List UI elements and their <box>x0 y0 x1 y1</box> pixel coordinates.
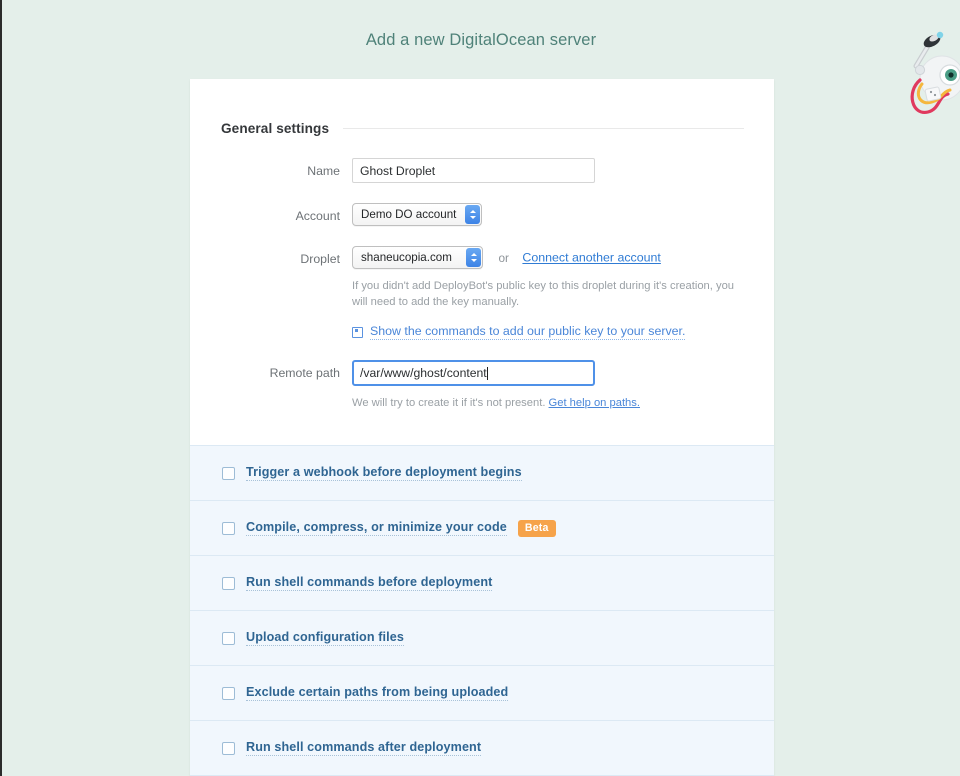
option-label[interactable]: Exclude certain paths from being uploade… <box>246 685 509 701</box>
droplet-hint-text: If you didn't add DeployBot's public key… <box>352 280 735 308</box>
account-label: Account <box>295 209 340 223</box>
option-label[interactable]: Compile, compress, or minimize your code <box>246 520 507 536</box>
section-title: General settings <box>221 121 330 136</box>
option-row-exclude-paths[interactable]: Exclude certain paths from being uploade… <box>190 665 774 720</box>
option-label[interactable]: Upload configuration files <box>246 630 404 646</box>
remote-path-input-value: /var/www/ghost/content <box>360 366 487 380</box>
page-title: Add a new DigitalOcean server <box>365 31 597 49</box>
option-row-run-shell-after[interactable]: Run shell commands after deployment <box>190 720 774 775</box>
droplet-select-value: shaneucopia.com <box>361 251 452 264</box>
show-public-key-commands-row[interactable]: Show the commands to add our public key … <box>352 324 744 340</box>
general-settings-panel: General settings Name Account Demo DO ac… <box>190 79 774 445</box>
option-label[interactable]: Run shell commands before deployment <box>246 575 493 591</box>
checkbox-icon[interactable] <box>222 521 235 535</box>
field-row-remote-path: Remote path /var/www/ghost/content We wi… <box>221 360 744 411</box>
account-select-value: Demo DO account <box>361 208 457 221</box>
terminal-square-icon <box>352 326 363 338</box>
connect-another-account-link[interactable]: Connect another account <box>522 251 660 265</box>
option-row-compile-compress-minimize[interactable]: Compile, compress, or minimize your code… <box>190 500 774 555</box>
settings-card: General settings Name Account Demo DO ac… <box>190 79 774 776</box>
option-row-run-shell-before[interactable]: Run shell commands before deployment <box>190 555 774 610</box>
text-caret <box>486 366 488 380</box>
general-settings-header: General settings <box>221 121 744 136</box>
beta-badge: Beta <box>517 519 556 537</box>
name-label: Name <box>307 164 340 178</box>
droplet-select[interactable]: shaneucopia.com <box>352 246 483 269</box>
remote-path-hint-text: We will try to create it if it's not pre… <box>352 397 546 409</box>
get-help-on-paths-link[interactable]: Get help on paths. <box>549 397 640 409</box>
remote-path-hint: We will try to create it if it's not pre… <box>352 395 742 411</box>
header-divider <box>343 128 744 129</box>
field-row-droplet: Droplet shaneucopia.com or Connect anoth… <box>221 246 744 340</box>
option-label[interactable]: Run shell commands after deployment <box>246 740 482 756</box>
or-separator-text: or <box>498 250 509 265</box>
chevron-updown-icon[interactable] <box>465 205 481 224</box>
remote-path-input[interactable]: /var/www/ghost/content <box>352 360 595 386</box>
chevron-updown-icon[interactable] <box>466 248 481 267</box>
account-select[interactable]: Demo DO account <box>352 203 483 226</box>
checkbox-icon[interactable] <box>222 631 235 645</box>
option-label[interactable]: Trigger a webhook before deployment begi… <box>246 465 522 481</box>
checkbox-icon[interactable] <box>222 466 235 480</box>
app-page: Add a new DigitalOcean server General se… <box>0 0 960 776</box>
remote-path-label: Remote path <box>269 366 340 380</box>
option-row-upload-configuration-files[interactable]: Upload configuration files <box>190 610 774 665</box>
checkbox-icon[interactable] <box>222 686 235 700</box>
checkbox-icon[interactable] <box>222 741 235 755</box>
name-input[interactable] <box>352 158 595 183</box>
option-row-trigger-webhook-before[interactable]: Trigger a webhook before deployment begi… <box>190 445 774 500</box>
droplet-label: Droplet <box>300 252 340 266</box>
show-public-key-commands-link[interactable]: Show the commands to add our public key … <box>370 324 686 340</box>
checkbox-icon[interactable] <box>222 576 235 590</box>
field-row-account: Account Demo DO account <box>221 203 744 226</box>
field-row-name: Name <box>221 158 744 183</box>
deployment-options-list: Trigger a webhook before deployment begi… <box>190 445 774 776</box>
